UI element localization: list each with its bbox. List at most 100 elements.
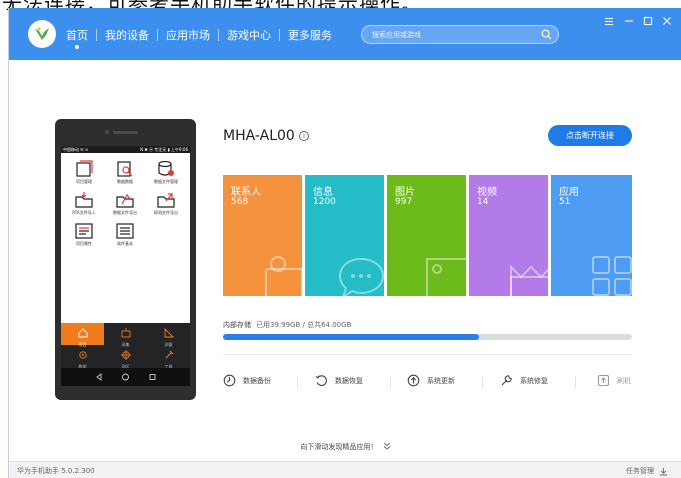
storage-bar <box>223 334 632 340</box>
tool-backup[interactable]: 数据备份 <box>223 374 271 387</box>
home-icon <box>78 328 87 338</box>
contact-card-icon <box>265 256 302 296</box>
info-icon[interactable]: i <box>299 131 309 141</box>
phone-nav-bar <box>61 368 190 386</box>
phone-app-label: 项目属性 <box>76 241 92 246</box>
tool-label: 系统修复 <box>520 376 548 385</box>
task-manager-button[interactable]: 任务管理 <box>626 466 668 476</box>
download-icon <box>660 467 667 475</box>
flash-icon <box>597 374 610 387</box>
main-nav: 首页 我的设备 应用市场 游戏中心 更多服务 <box>66 27 332 49</box>
tool-label: 系统更新 <box>427 376 455 385</box>
search-input[interactable] <box>372 26 532 43</box>
nav-item-label: 游戏中心 <box>227 29 271 42</box>
phone-preview: 中国移动 ✉ ⊙ N ✱ ⓦ 专注无 ▮ 上午9:06 项目管理 数据数据 数据… <box>55 119 196 400</box>
tool-divider <box>482 376 483 388</box>
nav-item-label: 首页 <box>66 29 88 42</box>
scroll-hint-text: 向下滑动发现精品应用！ <box>300 443 378 451</box>
phone-dock-item: 采集 <box>104 323 147 347</box>
phone-status-right: N ✱ ⓦ 专注无 ▮ 上午9:06 <box>140 147 188 152</box>
status-bar: 华为手机助手 5.0.2.300 任务管理 <box>9 461 681 478</box>
tool-system-update[interactable]: 系统更新 <box>407 374 455 387</box>
app-logo[interactable] <box>28 20 56 48</box>
nav-divider <box>157 29 158 41</box>
tile-count: 1200 <box>313 197 336 207</box>
storage-label: 内部存储 <box>223 321 251 329</box>
phone-dock-item: 项目 <box>61 323 104 347</box>
nav-item-my-device[interactable]: 我的设备 <box>105 27 149 43</box>
tool-restore[interactable]: 数据恢复 <box>315 374 363 387</box>
backup-clock-icon <box>223 374 236 387</box>
tile-count: 51 <box>559 197 571 207</box>
tool-divider <box>297 376 298 388</box>
nav-divider <box>96 29 97 41</box>
tool-label: 数据恢复 <box>335 376 363 385</box>
tile-title: 信息 <box>313 187 333 198</box>
tile-contacts[interactable]: 联系人 568 <box>223 175 302 296</box>
phone-dock-item: 测区 <box>104 345 147 369</box>
device-name: MHA-AL00 <box>223 128 295 144</box>
wrench-icon <box>501 375 512 386</box>
tile-title: 应用 <box>559 187 579 198</box>
tile-count: 568 <box>231 197 249 207</box>
minimize-icon <box>625 20 633 22</box>
phone-app-label: 探测文件导出 <box>154 210 178 215</box>
tile-count: 14 <box>477 197 489 207</box>
app-grid-icon <box>592 256 632 296</box>
phone-dock-item: 测量 <box>147 323 190 347</box>
project-management-icon <box>76 160 93 177</box>
phone-app: 数据数据 <box>105 160 145 185</box>
import-folder-icon <box>75 192 93 208</box>
search-icon[interactable] <box>541 29 552 40</box>
tile-title: 联系人 <box>231 187 261 198</box>
phone-app: 数据文件导出 <box>105 191 145 216</box>
nav-item-more-services[interactable]: 更多服务 <box>288 27 332 43</box>
tile-videos[interactable]: 视频 14 <box>469 175 548 296</box>
tile-photos[interactable]: 图片 997 <box>387 175 466 296</box>
restore-icon <box>315 375 327 386</box>
tile-apps[interactable]: 应用 51 <box>551 175 632 296</box>
tile-title: 图片 <box>395 187 415 198</box>
project-properties-icon <box>75 223 93 239</box>
tool-flash[interactable]: 刷机 <box>597 374 631 387</box>
phone-app-label: 数据数据 <box>117 179 133 184</box>
phone-app-label: 数据文件管理 <box>154 179 178 184</box>
collect-icon <box>121 328 130 338</box>
tool-system-repair[interactable]: 系统修复 <box>500 374 548 387</box>
picture-icon <box>426 258 466 296</box>
video-icon <box>510 264 548 296</box>
phone-nav-buttons-icon <box>96 373 156 381</box>
phone-app: 软件基本 <box>105 222 145 247</box>
active-nav-indicator <box>75 45 79 49</box>
version-label: 华为手机助手 5.0.2.300 <box>17 467 95 475</box>
storage-bar-fill <box>223 334 479 340</box>
nav-item-home[interactable]: 首页 <box>66 27 88 49</box>
nav-divider <box>279 29 280 41</box>
tile-title: 视频 <box>477 187 497 198</box>
close-button[interactable] <box>661 15 673 27</box>
huawei-assistant-logo-icon <box>35 27 49 40</box>
export-folder-icon <box>116 193 134 208</box>
tile-count: 997 <box>395 197 413 207</box>
scroll-hint[interactable]: 向下滑动发现精品应用！ <box>9 442 681 452</box>
phone-dock: 项目 采集 测量 数据 测区 工具 <box>61 323 190 369</box>
maximize-button[interactable] <box>642 15 654 27</box>
data-search-icon <box>117 161 133 177</box>
app-window: 首页 我的设备 应用市场 游戏中心 更多服务 搜索应用或游戏 中国移动 ✉ ⊙ … <box>8 8 681 478</box>
tool-divider <box>390 376 391 388</box>
nav-item-app-market[interactable]: 应用市场 <box>166 27 210 43</box>
task-manager-label: 任务管理 <box>626 467 654 475</box>
menu-button[interactable] <box>603 15 615 27</box>
nav-item-game-center[interactable]: 游戏中心 <box>227 27 271 43</box>
search-box <box>361 25 559 44</box>
tile-messages[interactable]: 信息 1200 <box>305 175 384 296</box>
database-icon <box>158 160 174 176</box>
double-chevron-down-icon <box>383 442 390 450</box>
phone-dock-item: 数据 <box>61 345 104 369</box>
minimize-button[interactable] <box>623 15 635 27</box>
tools-icon <box>165 350 173 359</box>
maximize-icon <box>643 16 653 26</box>
nav-item-label: 我的设备 <box>105 29 149 42</box>
disconnect-button[interactable]: 点击断开连接 <box>548 125 632 146</box>
phone-app: 项目属性 <box>64 222 104 247</box>
